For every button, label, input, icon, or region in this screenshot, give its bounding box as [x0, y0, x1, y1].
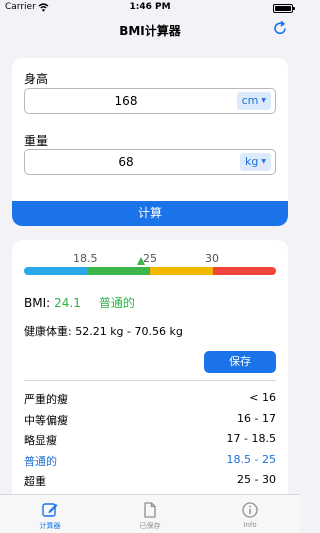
- table-row: 超重 25 - 30: [24, 473, 276, 493]
- category-name: 普通的: [24, 454, 57, 468]
- divider: [24, 380, 276, 381]
- weight-label: 重量: [24, 134, 49, 148]
- scale-segment-obese: [213, 267, 276, 275]
- table-row: 略显瘦 17 - 18.5: [24, 432, 276, 452]
- weight-unit-select[interactable]: kg ▼: [240, 153, 271, 171]
- bmi-value: 24.1: [54, 296, 81, 310]
- result-card: 18.5 25 30 BMI: 24.1 普通的 健康体重: 52.21 kg - …: [12, 240, 288, 512]
- category-name: 严重的瘦: [24, 393, 68, 406]
- category-range: 18.5 - 25: [226, 452, 276, 466]
- scale-tick: 18.5: [73, 252, 98, 265]
- scale-segment-underweight: [24, 267, 87, 275]
- tab-label: 计算器: [39, 522, 61, 530]
- category-range: 25 - 30: [237, 473, 276, 486]
- page-title: BMI计算器: [119, 24, 181, 38]
- edit-icon: [42, 503, 58, 517]
- height-input[interactable]: 168 cm ▼: [24, 88, 276, 114]
- tab-saved[interactable]: 已保存: [100, 497, 200, 533]
- clock: 1:46 PM: [129, 2, 171, 12]
- scale-segment-overweight: [150, 267, 213, 275]
- tab-calculator[interactable]: 计算器: [0, 497, 100, 533]
- healthy-weight-range: 健康体重: 52.21 kg - 70.56 kg: [24, 325, 183, 338]
- bmi-category: 普通的: [98, 296, 135, 310]
- category-range: < 16: [249, 391, 276, 404]
- category-range: 16 - 17: [237, 411, 276, 425]
- document-icon: [144, 502, 156, 518]
- chevron-down-icon: ▼: [261, 97, 266, 104]
- scale-segment-normal: [87, 267, 150, 275]
- calculate-button[interactable]: 计算: [12, 201, 288, 226]
- input-card: 身高 168 cm ▼ 重量 68 kg ▼ 计算: [12, 58, 288, 226]
- info-icon: [242, 502, 258, 518]
- battery-icon: [273, 4, 295, 13]
- table-row: 中等偏瘦 16 - 17: [24, 412, 276, 432]
- height-label: 身高: [24, 72, 49, 86]
- bmi-scale-bar: [24, 267, 276, 275]
- scale-tick: 30: [205, 252, 219, 265]
- weight-value: 68: [118, 155, 134, 169]
- tab-bar: 计算器 已保存 Info: [0, 494, 300, 533]
- tab-label: 已保存: [139, 522, 161, 530]
- height-value: 168: [114, 94, 138, 108]
- table-row: 普通的 18.5 - 25: [24, 453, 276, 473]
- category-range: 17 - 18.5: [226, 432, 276, 445]
- refresh-icon[interactable]: [272, 20, 288, 36]
- category-name: 略显瘦: [24, 434, 57, 447]
- bmi-label: BMI:: [24, 296, 51, 310]
- height-unit-select[interactable]: cm ▼: [236, 92, 271, 110]
- tab-info[interactable]: Info: [200, 497, 300, 533]
- tab-label: Info: [243, 521, 257, 529]
- table-row: 严重的瘦 < 16: [24, 391, 276, 411]
- bmi-result: BMI: 24.1 普通的: [24, 294, 135, 311]
- weight-input[interactable]: 68 kg ▼: [24, 149, 276, 175]
- bmi-pointer-icon: [137, 257, 146, 265]
- status-bar: Carrier 1:46 PM: [0, 0, 300, 16]
- category-name: 中等偏瘦: [24, 413, 68, 427]
- category-name: 超重: [24, 475, 46, 488]
- save-button[interactable]: 保存: [204, 351, 276, 373]
- chevron-down-icon: ▼: [261, 158, 266, 165]
